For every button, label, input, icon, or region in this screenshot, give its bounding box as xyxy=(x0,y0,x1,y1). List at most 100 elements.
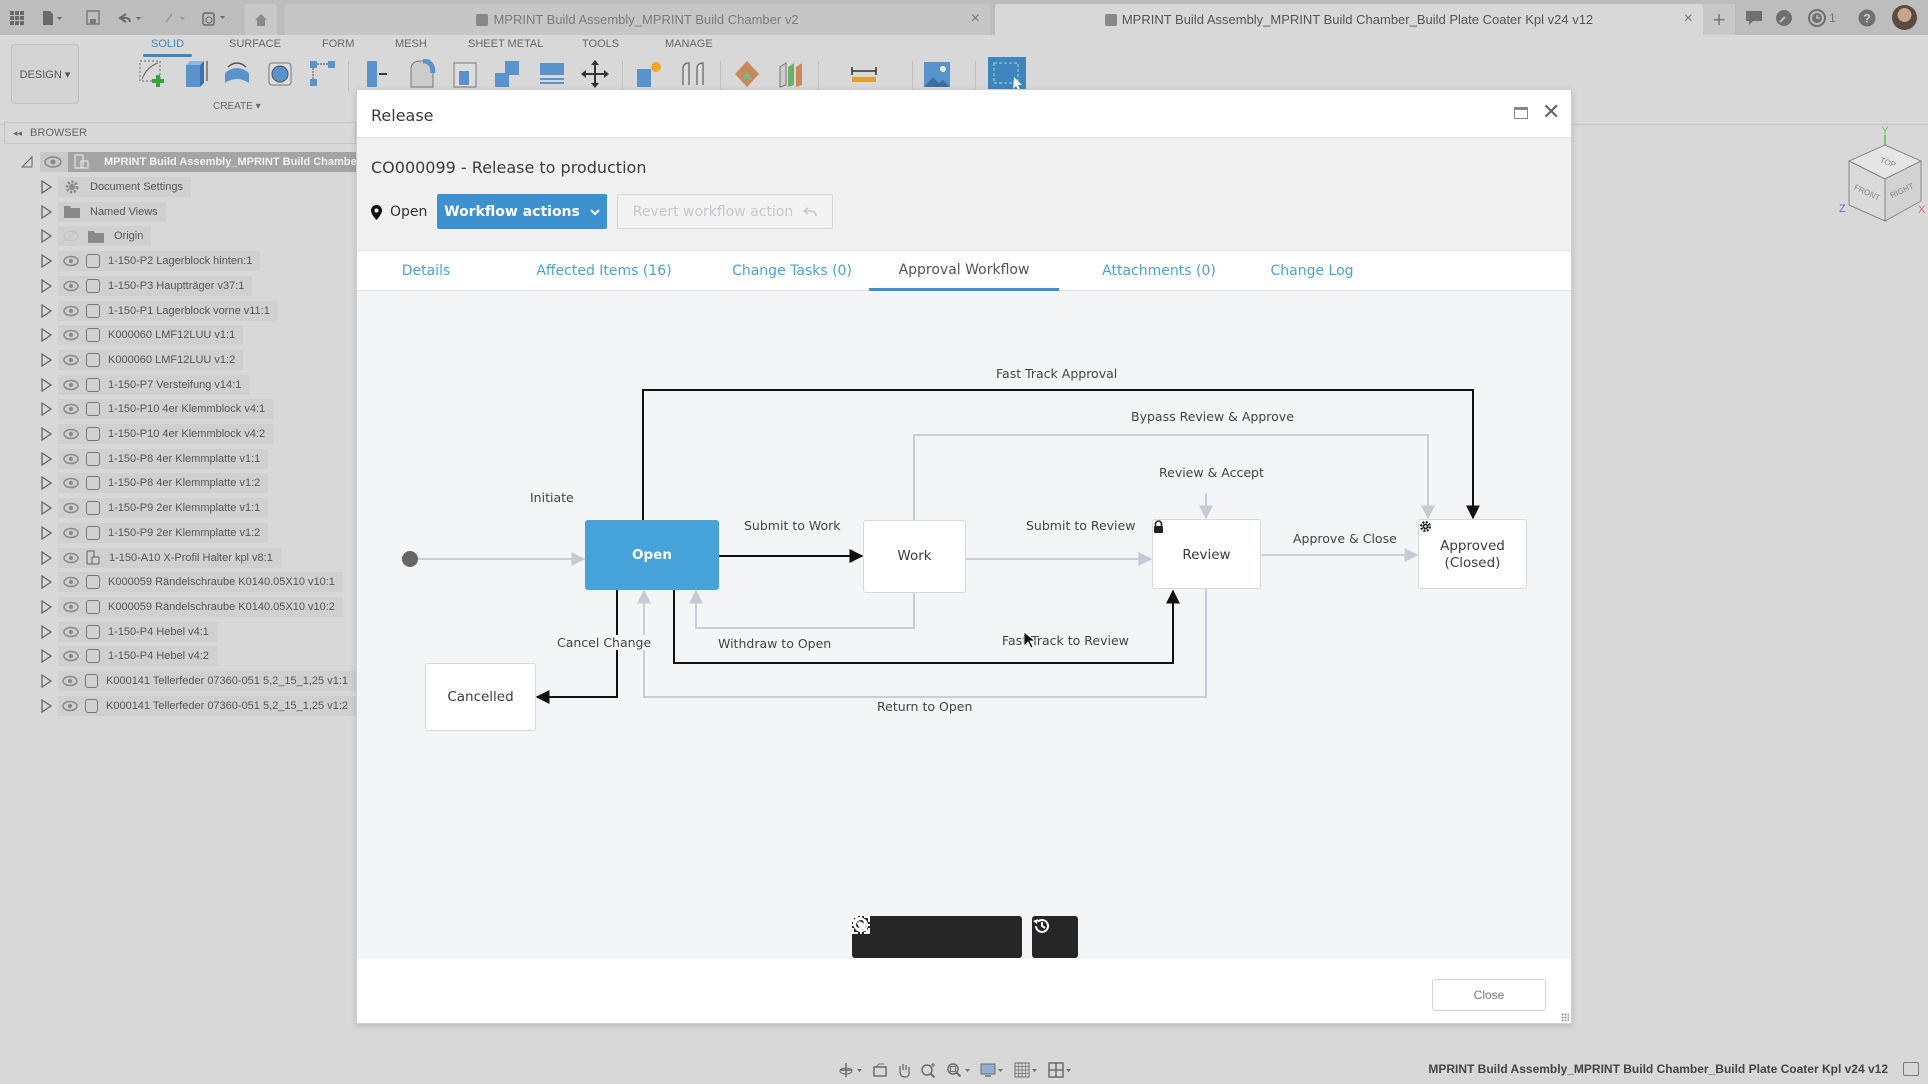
visibility-eye-icon[interactable] xyxy=(62,302,80,320)
expand-triangle-icon[interactable] xyxy=(40,254,52,269)
label-cancel-change[interactable]: Cancel Change xyxy=(555,635,654,650)
close-tab-icon[interactable]: × xyxy=(1684,10,1693,28)
history-button[interactable] xyxy=(1032,916,1078,958)
visibility-eye-icon[interactable] xyxy=(62,376,80,394)
visibility-off-icon[interactable] xyxy=(62,227,80,245)
fit-icon[interactable] xyxy=(946,1062,972,1078)
document-tab-inactive[interactable]: MPRINT Build Assembly_MPRINT Build Chamb… xyxy=(285,4,990,35)
visibility-eye-icon[interactable] xyxy=(62,277,80,295)
fillet-icon[interactable] xyxy=(407,59,437,89)
ribbon-tab-sheet-metal[interactable]: SHEET METAL xyxy=(468,38,543,50)
maximize-icon[interactable] xyxy=(1514,107,1528,119)
view-cube[interactable]: Y TOP FRONT RIGHT Z X xyxy=(1815,125,1925,235)
save-icon[interactable] xyxy=(82,0,104,35)
grid-settings-icon[interactable] xyxy=(1014,1062,1040,1078)
hole-icon[interactable] xyxy=(266,59,296,89)
press-pull-icon[interactable] xyxy=(363,59,393,89)
construct-plane-icon[interactable] xyxy=(732,59,762,89)
close-tab-icon[interactable]: × xyxy=(971,10,980,28)
pan-hand-icon[interactable] xyxy=(896,1062,912,1078)
history-dropdown-icon[interactable] xyxy=(198,0,232,35)
ribbon-tab-mesh[interactable]: MESH xyxy=(395,38,427,50)
move-icon[interactable] xyxy=(580,59,610,89)
state-node-approved[interactable]: Approved (Closed) xyxy=(1418,519,1527,589)
expand-triangle-icon[interactable] xyxy=(40,624,52,639)
ribbon-tab-solid[interactable]: SOLID xyxy=(142,38,193,57)
expand-triangle-icon[interactable] xyxy=(40,229,52,244)
visibility-eye-icon[interactable] xyxy=(62,425,80,443)
visibility-eye-icon[interactable] xyxy=(62,252,80,270)
visibility-eye-icon[interactable] xyxy=(62,672,79,690)
display-settings-icon[interactable] xyxy=(980,1062,1006,1078)
expand-triangle-icon[interactable] xyxy=(40,180,52,194)
visibility-eye-icon[interactable] xyxy=(62,326,80,344)
zoom-icon[interactable] xyxy=(920,1062,938,1078)
document-tab-active[interactable]: MPRINT Build Assembly_MPRINT Build Chamb… xyxy=(995,4,1703,35)
tab-affected-items[interactable]: Affected Items (16) xyxy=(521,251,687,291)
ribbon-tab-tools[interactable]: TOOLS xyxy=(582,38,619,50)
ribbon-tab-manage[interactable]: MANAGE xyxy=(665,38,713,50)
expand-triangle-icon[interactable] xyxy=(40,698,52,713)
tab-attachments[interactable]: Attachments (0) xyxy=(1085,251,1233,291)
tab-change-tasks[interactable]: Change Tasks (0) xyxy=(717,251,867,291)
expand-triangle-icon[interactable] xyxy=(40,377,52,392)
expand-triangle-icon[interactable] xyxy=(40,303,52,318)
expand-triangle-icon[interactable] xyxy=(40,599,52,614)
expand-triangle-icon[interactable] xyxy=(40,328,52,343)
visibility-eye-icon[interactable] xyxy=(62,573,80,591)
expand-triangle-icon[interactable] xyxy=(40,501,52,516)
visibility-eye-icon[interactable] xyxy=(62,351,80,369)
visibility-eye-icon[interactable] xyxy=(62,524,80,542)
visibility-eye-icon[interactable] xyxy=(44,155,62,169)
joint-icon[interactable] xyxy=(678,59,708,89)
offset-face-icon[interactable] xyxy=(537,59,567,89)
state-node-review[interactable]: Review xyxy=(1152,519,1261,589)
expand-triangle-icon[interactable] xyxy=(40,402,52,417)
expand-triangle-icon[interactable] xyxy=(40,550,52,565)
edge-fast-track-review[interactable] xyxy=(673,589,1180,664)
revert-workflow-action-button[interactable]: Revert workflow action xyxy=(617,194,833,229)
undo-icon[interactable] xyxy=(114,0,148,35)
visibility-eye-icon[interactable] xyxy=(62,647,80,665)
ribbon-tab-surface[interactable]: SURFACE xyxy=(229,38,281,50)
apps-grid-icon[interactable] xyxy=(6,0,28,35)
user-avatar[interactable] xyxy=(1892,5,1917,30)
insert-canvas-icon[interactable] xyxy=(922,59,952,89)
state-node-cancelled[interactable]: Cancelled xyxy=(425,663,536,731)
create-sketch-icon[interactable] xyxy=(138,59,168,89)
close-dialog-icon[interactable]: ✕ xyxy=(1542,101,1560,123)
edge-fast-track-approval[interactable] xyxy=(642,389,1480,520)
orbit-icon[interactable] xyxy=(838,1062,864,1078)
expand-triangle-icon[interactable] xyxy=(40,427,52,441)
tab-details[interactable]: Details xyxy=(399,251,453,291)
center-icon[interactable] xyxy=(852,916,932,951)
expand-triangle-icon[interactable] xyxy=(40,204,52,219)
expand-triangle-icon[interactable] xyxy=(40,278,52,293)
collapse-triangle-icon[interactable] xyxy=(20,155,34,169)
state-node-open[interactable]: Open xyxy=(585,520,719,590)
ribbon-tab-form[interactable]: FORM xyxy=(322,38,354,50)
state-node-work[interactable]: Work xyxy=(863,520,966,593)
zoom-in-icon[interactable] xyxy=(853,917,970,951)
tab-change-log[interactable]: Change Log xyxy=(1257,251,1367,291)
midplane-icon[interactable] xyxy=(776,59,806,89)
visibility-eye-icon[interactable] xyxy=(62,697,79,715)
expand-triangle-icon[interactable] xyxy=(40,525,52,540)
workspace-switcher[interactable]: DESIGN ▾ xyxy=(11,44,79,104)
comments-icon[interactable] xyxy=(1903,1062,1919,1076)
label-submit-to-work[interactable]: Submit to Work xyxy=(742,518,843,533)
wrench-icon[interactable] xyxy=(1772,5,1796,30)
close-button[interactable]: Close xyxy=(1432,979,1546,1011)
resize-grip[interactable] xyxy=(1561,1013,1569,1021)
expand-triangle-icon[interactable] xyxy=(40,476,52,491)
home-button[interactable] xyxy=(245,4,277,35)
shell-icon[interactable] xyxy=(450,59,480,89)
visibility-eye-icon[interactable] xyxy=(62,499,80,517)
assemble-new-component-icon[interactable] xyxy=(634,59,664,89)
visibility-eye-icon[interactable] xyxy=(62,400,80,418)
jobs-status[interactable]: 1 xyxy=(1805,5,1839,30)
visibility-eye-icon[interactable] xyxy=(62,623,80,641)
workflow-diagram[interactable]: Open Work Review Approved (Closed) Cance… xyxy=(357,291,1571,959)
chat-icon[interactable] xyxy=(1742,5,1766,30)
workflow-actions-button[interactable]: Workflow actions xyxy=(437,194,607,229)
